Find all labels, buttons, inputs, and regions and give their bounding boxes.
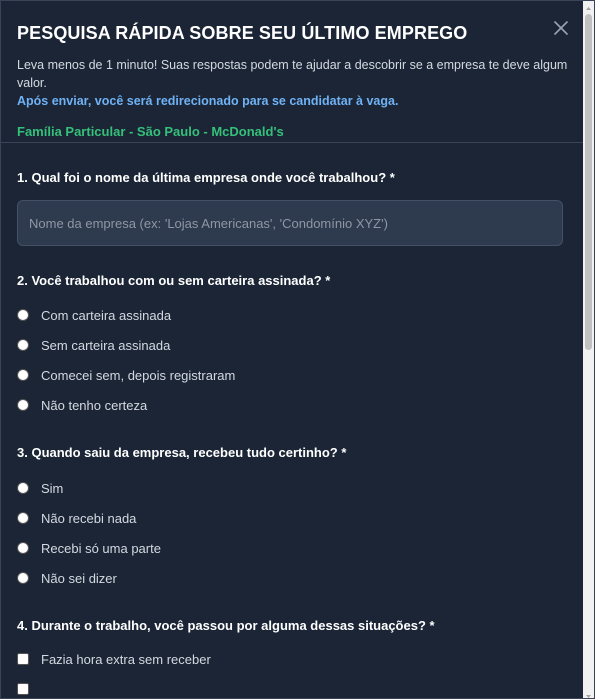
close-icon[interactable]	[552, 19, 570, 37]
q2-option-label: Comecei sem, depois registraram	[41, 367, 236, 383]
q2-option-label: Não tenho certeza	[41, 397, 148, 413]
question-3-options: Sim Não recebi nada Recebi só uma parte …	[17, 473, 578, 593]
checkbox[interactable]	[17, 653, 29, 665]
scrollbar-thumb[interactable]	[585, 14, 592, 350]
question-3-label: 3. Quando saiu da empresa, recebeu tudo …	[17, 445, 347, 460]
radio-button[interactable]	[17, 309, 29, 321]
q3-option-4[interactable]: Não sei dizer	[17, 563, 578, 593]
radio-button[interactable]	[17, 512, 29, 524]
q2-option-4[interactable]: Não tenho certeza	[17, 390, 578, 420]
modal-title: PESQUISA RÁPIDA SOBRE SEU ÚLTIMO EMPREGO	[17, 23, 468, 43]
q4-option-2[interactable]	[17, 674, 578, 698]
question-2-label: 2. Você trabalhou com ou sem carteira as…	[17, 273, 331, 288]
q3-option-label: Não sei dizer	[41, 570, 117, 586]
q2-option-3[interactable]: Comecei sem, depois registraram	[17, 360, 578, 390]
question-2-options: Com carteira assinada Sem carteira assin…	[17, 300, 578, 420]
radio-button[interactable]	[17, 369, 29, 381]
q4-option-label: Fazia hora extra sem receber	[41, 651, 211, 667]
q3-option-1[interactable]: Sim	[17, 473, 578, 503]
scrollbar[interactable]	[583, 1, 594, 698]
question-1-label: 1. Qual foi o nome da última empresa ond…	[17, 170, 395, 185]
q2-option-2[interactable]: Sem carteira assinada	[17, 330, 578, 360]
q3-option-label: Não recebi nada	[41, 510, 137, 526]
scroll-up-arrow-icon[interactable]	[583, 1, 594, 12]
scroll-down-arrow-icon[interactable]	[583, 689, 594, 698]
q4-option-1[interactable]: Fazia hora extra sem receber	[17, 644, 578, 674]
survey-content: 1. Qual foi o nome da última empresa ond…	[1, 170, 594, 698]
radio-button[interactable]	[17, 339, 29, 351]
question-4-options: Fazia hora extra sem receber	[17, 644, 578, 698]
q3-option-label: Sim	[41, 480, 64, 496]
survey-modal: PESQUISA RÁPIDA SOBRE SEU ÚLTIMO EMPREGO…	[0, 0, 595, 699]
radio-button[interactable]	[17, 482, 29, 494]
q3-option-2[interactable]: Não recebi nada	[17, 503, 578, 533]
q3-option-3[interactable]: Recebi só uma parte	[17, 533, 578, 563]
company-name-input[interactable]	[17, 200, 563, 246]
q3-option-label: Recebi só uma parte	[41, 540, 161, 556]
radio-button[interactable]	[17, 572, 29, 584]
q2-option-label: Com carteira assinada	[41, 307, 172, 323]
q2-option-label: Sem carteira assinada	[41, 337, 171, 353]
company-line: Família Particular - São Paulo - McDonal…	[17, 124, 284, 139]
question-4-label: 4. Durante o trabalho, você passou por a…	[17, 618, 435, 633]
redirect-note: Após enviar, você será redirecionado par…	[17, 94, 399, 108]
radio-button[interactable]	[17, 399, 29, 411]
q2-option-1[interactable]: Com carteira assinada	[17, 300, 578, 330]
modal-header: PESQUISA RÁPIDA SOBRE SEU ÚLTIMO EMPREGO…	[1, 1, 594, 143]
modal-subtitle: Leva menos de 1 minuto! Suas respostas p…	[17, 58, 568, 90]
checkbox[interactable]	[17, 683, 29, 695]
radio-button[interactable]	[17, 542, 29, 554]
